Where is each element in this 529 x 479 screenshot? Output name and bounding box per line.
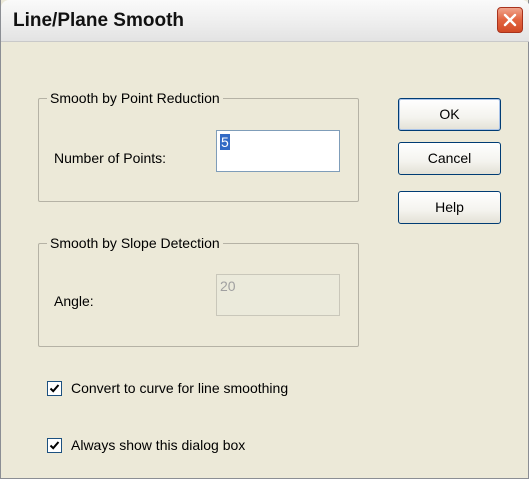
close-button[interactable] (497, 7, 523, 33)
ok-button[interactable]: OK (398, 98, 501, 131)
dialog-title: Line/Plane Smooth (13, 10, 185, 31)
title-bar[interactable]: Line/Plane Smooth (1, 0, 529, 42)
always-show-checkbox[interactable] (47, 438, 62, 453)
convert-to-curve-checkbox[interactable] (47, 381, 62, 396)
angle-value: 20 (220, 278, 236, 294)
convert-to-curve-label: Convert to curve for line smoothing (71, 380, 289, 396)
number-of-points-value: 5 (220, 134, 230, 150)
always-show-label: Always show this dialog box (71, 437, 246, 453)
cancel-button[interactable]: Cancel (398, 142, 501, 175)
point-reduction-legend: Smooth by Point Reduction (47, 90, 223, 106)
number-of-points-label: Number of Points: (54, 150, 167, 166)
help-button[interactable]: Help (398, 191, 501, 224)
slope-detection-legend: Smooth by Slope Detection (47, 235, 223, 251)
close-icon (503, 13, 517, 27)
checkmark-icon (49, 441, 60, 450)
angle-label: Angle: (54, 293, 94, 309)
number-of-points-input[interactable]: 5 (216, 130, 340, 172)
line-plane-smooth-dialog: Line/Plane Smooth Smooth by Point Reduct… (0, 0, 529, 479)
checkmark-icon (49, 384, 60, 393)
angle-input[interactable]: 20 (216, 274, 340, 316)
